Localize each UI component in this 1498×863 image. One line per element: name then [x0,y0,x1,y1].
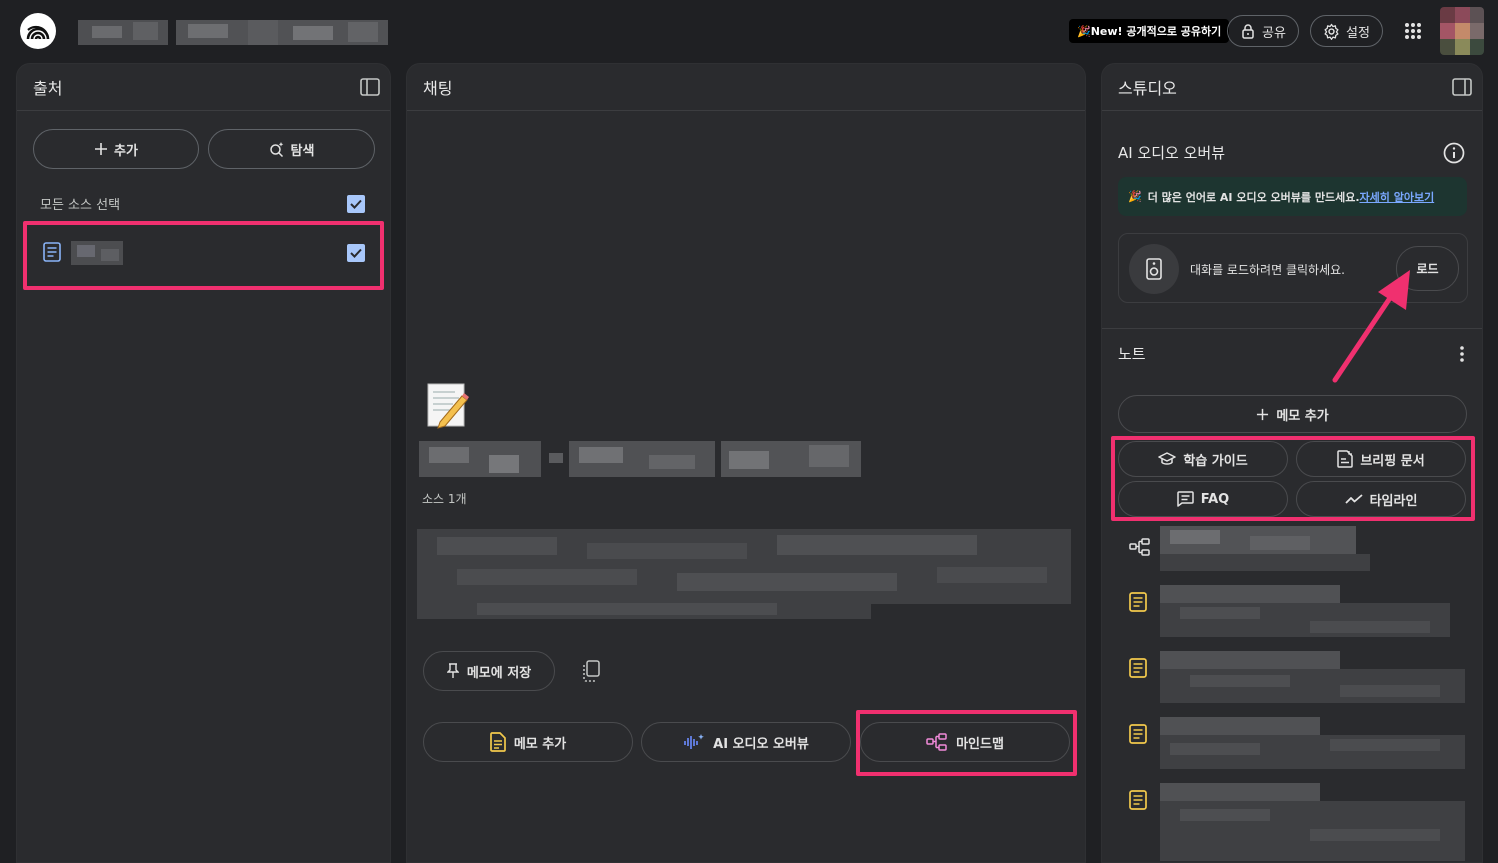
explore-source-label: 탐색 [290,143,315,159]
mind-map-icon [926,733,947,751]
select-all-checkbox[interactable] [347,195,365,213]
timeline-label: 타임라인 [1369,493,1418,509]
add-memo-label: 메모 추가 [1276,408,1329,424]
faq-button[interactable]: FAQ [1118,481,1288,517]
divider [1102,328,1482,329]
speaker-icon [1129,244,1179,294]
apps-grid-icon[interactable] [1404,22,1422,44]
redacted-note-preview [1160,585,1465,637]
more-options-icon[interactable] [1459,345,1465,367]
plus-icon [1257,408,1269,420]
language-info-banner: 🎉 더 많은 언어로 AI 오디오 오버뷰를 만드세요. 자세히 알아보기 [1118,177,1467,216]
note-icon [489,732,506,752]
redacted-note-preview [1160,717,1465,769]
briefing-doc-icon [1337,450,1354,468]
source-item[interactable] [41,239,371,269]
study-guide-button[interactable]: 학습 가이드 [1118,441,1288,477]
source-checkbox[interactable] [347,244,365,262]
mind-map-button[interactable]: 마인드맵 [860,722,1070,762]
learn-more-link[interactable]: 자세히 알아보기 [1360,189,1435,205]
add-note-button[interactable]: 메모 추가 [423,722,633,762]
audio-overview-label: AI 오디오 오버뷰 [713,736,809,752]
graduation-cap-icon [1158,452,1177,465]
party-popper-icon: 🎉 [1128,190,1142,203]
notebook-emoji-icon [426,382,470,434]
list-item[interactable] [1102,717,1482,769]
redacted-chat-title [419,441,861,477]
info-icon[interactable] [1443,142,1465,168]
add-source-label: 추가 [114,143,138,159]
explore-source-button[interactable]: 탐색 [208,129,375,169]
briefing-doc-button[interactable]: 브리핑 문서 [1296,441,1466,477]
redacted-note-preview [1160,783,1465,861]
audio-overview-title: AI 오디오 오버뷰 [1118,144,1226,162]
avatar[interactable] [1440,7,1484,55]
note-icon [1129,592,1147,616]
save-to-note-label: 메모에 저장 [466,665,532,681]
redacted-source-name [71,241,123,265]
banner-text: 더 많은 언어로 AI 오디오 오버뷰를 만드세요. [1147,190,1360,204]
chat-panel: 채팅 소스 1개 메모에 저장 메모 추가 AI 오디오 오버뷰 마인드맵 [406,63,1086,863]
mind-map-icon [1129,538,1151,560]
top-bar: 🎉New! 공개적으로 공유하기 공유 설정 [0,0,1498,62]
collapse-panel-icon[interactable] [1452,78,1472,100]
sources-title: 출처 [33,79,63,98]
settings-button[interactable]: 설정 [1310,15,1383,47]
redacted-summary-text [417,529,1071,619]
note-icon [1129,658,1147,682]
share-button[interactable]: 공유 [1227,15,1299,47]
faq-label: FAQ [1200,491,1230,507]
mind-map-label: 마인드맵 [956,736,1004,752]
source-count: 소스 1개 [422,492,467,506]
collapse-panel-icon[interactable] [360,78,380,100]
list-item[interactable] [1102,585,1482,637]
notebooklm-logo-icon[interactable] [20,13,56,49]
add-source-button[interactable]: 추가 [33,129,199,169]
study-guide-label: 학습 가이드 [1183,453,1248,469]
list-item[interactable] [1102,526,1482,571]
annotation-arrow [1332,270,1410,383]
studio-title: 스튜디오 [1118,79,1177,98]
briefing-doc-label: 브리핑 문서 [1360,453,1425,469]
timeline-trend-icon [1344,494,1363,504]
gear-icon [1324,23,1339,40]
sources-panel: 출처 추가 탐색 모든 소스 선택 [16,63,391,863]
new-public-share-badge[interactable]: 🎉New! 공개적으로 공유하기 [1069,19,1230,43]
add-note-label: 메모 추가 [513,736,567,752]
redacted-note-title [1160,526,1370,571]
audio-waveform-icon [684,734,704,749]
pin-icon [446,663,459,678]
list-item[interactable] [1102,783,1482,861]
redacted-notebook-title [78,20,388,45]
chat-title: 채팅 [423,79,453,98]
timeline-button[interactable]: 타임라인 [1296,481,1466,517]
plus-icon [95,143,108,155]
list-item[interactable] [1102,651,1482,703]
notes-title: 노트 [1118,345,1146,363]
faq-chat-icon [1176,491,1194,507]
studio-panel: 스튜디오 AI 오디오 오버뷰 🎉 더 많은 언어로 AI 오디오 오버뷰를 만… [1101,63,1483,863]
redacted-note-preview [1160,651,1465,703]
save-to-note-button[interactable]: 메모에 저장 [423,651,555,691]
audio-overview-button[interactable]: AI 오디오 오버뷰 [641,722,851,762]
add-memo-button[interactable]: 메모 추가 [1118,395,1467,433]
copy-icon[interactable] [581,660,601,686]
search-sparkle-icon [269,142,283,157]
document-icon [43,242,61,266]
lock-icon [1242,24,1254,39]
select-all-sources-label: 모든 소스 선택 [40,198,121,213]
note-icon [1129,724,1147,748]
share-label: 공유 [1262,25,1286,41]
settings-label: 설정 [1346,25,1370,41]
note-icon [1129,790,1147,814]
